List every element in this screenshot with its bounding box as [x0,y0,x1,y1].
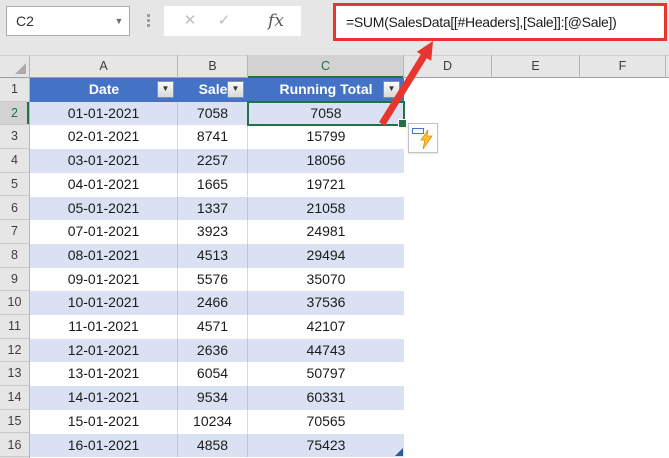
row-header-12[interactable]: 12 [0,339,29,363]
formula-bar-buttons: ✕ ✓ fx [164,6,301,36]
formula-bar-grip-icon [147,14,150,27]
cell-A7[interactable]: 07-01-2021 [30,220,178,244]
cell-C9[interactable]: 35070 [248,268,404,292]
table-resize-handle[interactable] [395,448,404,457]
table-header-label-sale: Sale [198,81,228,97]
filter-button-sale[interactable]: ▼ [227,81,244,98]
table-header-running-total[interactable]: Running Total ▼ [248,78,404,102]
selection-outline [247,101,407,128]
row-header-15[interactable]: 15 [0,410,29,434]
cell-C16[interactable]: 75423 [248,433,404,458]
table-header-sale[interactable]: Sale ▼ [178,78,248,102]
column-header-F[interactable]: F [580,55,666,78]
excel-window: C2 ▼ ✕ ✓ fx =SUM(SalesData[[#Headers],[S… [0,0,669,458]
flash-fill-options-button[interactable] [408,123,438,153]
row-header-8[interactable]: 8 [0,244,29,268]
lightning-bolt-icon [420,130,433,149]
row-header-10[interactable]: 10 [0,291,29,315]
cell-C3[interactable]: 15799 [248,125,404,149]
cell-B4[interactable]: 2257 [178,149,248,173]
column-header-C[interactable]: C [248,55,404,78]
row-header-4[interactable]: 4 [0,149,29,173]
cell-B13[interactable]: 6054 [178,362,248,387]
cell-C5[interactable]: 19721 [248,173,404,197]
row-header-5[interactable]: 5 [0,173,29,197]
row-header-6[interactable]: 6 [0,197,29,221]
select-all-button[interactable] [0,55,30,78]
cell-C13[interactable]: 50797 [248,362,404,386]
cell-C12[interactable]: 44743 [248,338,404,363]
fill-handle[interactable] [398,119,407,128]
cell-A10[interactable]: 10-01-2021 [30,291,178,315]
cell-B3[interactable]: 8741 [178,125,248,150]
cell-C10[interactable]: 37536 [248,291,404,315]
cell-C11[interactable]: 42107 [248,315,404,339]
cell-A11[interactable]: 11-01-2021 [30,315,178,339]
cell-C15[interactable]: 70565 [248,410,404,434]
column-header-D[interactable]: D [404,55,492,78]
cell-A8[interactable]: 08-01-2021 [30,243,178,268]
row-header-9[interactable]: 9 [0,268,29,292]
cell-C6[interactable]: 21058 [248,196,404,221]
cell-B11[interactable]: 4571 [178,315,248,339]
row-header-14[interactable]: 14 [0,386,29,410]
cell-B10[interactable]: 2466 [178,291,248,315]
cell-A13[interactable]: 13-01-2021 [30,362,178,387]
filter-button-running-total[interactable]: ▼ [383,81,400,98]
cell-B15[interactable]: 10234 [178,409,248,434]
row-header-3[interactable]: 3 [0,125,29,150]
cell-C14[interactable]: 60331 [248,386,404,410]
row-header-1[interactable]: 1 [0,78,29,102]
cell-A14[interactable]: 14-01-2021 [30,386,178,410]
cell-B8[interactable]: 4513 [178,243,248,268]
cell-A3[interactable]: 02-01-2021 [30,125,178,150]
cell-B16[interactable]: 4858 [178,433,248,458]
table-header-date[interactable]: Date ▼ [30,78,178,102]
cancel-icon[interactable]: ✕ [176,6,204,36]
cell-A5[interactable]: 04-01-2021 [30,172,178,197]
cell-B7[interactable]: 3923 [178,220,248,244]
cell-A15[interactable]: 15-01-2021 [30,409,178,434]
cell-C4[interactable]: 18056 [248,149,404,173]
cell-A4[interactable]: 03-01-2021 [30,149,178,173]
select-all-triangle-icon [15,63,26,74]
column-header-E[interactable]: E [492,55,580,78]
cell-C8[interactable]: 29494 [248,243,404,268]
insert-function-icon[interactable]: fx [262,6,290,36]
column-header-A[interactable]: A [30,55,178,78]
name-box-dropdown-icon[interactable]: ▼ [109,16,129,26]
cell-A16[interactable]: 16-01-2021 [30,433,178,458]
formula-bar: C2 ▼ ✕ ✓ fx =SUM(SalesData[[#Headers],[S… [0,0,669,55]
enter-icon[interactable]: ✓ [210,6,238,36]
cell-B9[interactable]: 5576 [178,267,248,292]
cell-B5[interactable]: 1665 [178,172,248,197]
cell-B14[interactable]: 9534 [178,386,248,410]
table-header-label-running-total: Running Total [279,81,373,97]
name-box-value: C2 [16,13,34,29]
row-header-13[interactable]: 13 [0,362,29,387]
cell-A2[interactable]: 01-01-2021 [30,101,178,126]
filter-button-date[interactable]: ▼ [157,81,174,98]
name-box[interactable]: C2 ▼ [6,6,130,36]
cell-C7[interactable]: 24981 [248,220,404,244]
cell-A9[interactable]: 09-01-2021 [30,267,178,292]
row-header-2[interactable]: 2 [0,101,29,126]
column-header-B[interactable]: B [178,55,248,78]
cell-B6[interactable]: 1337 [178,196,248,221]
cell-A12[interactable]: 12-01-2021 [30,338,178,363]
formula-input[interactable]: =SUM(SalesData[[#Headers],[Sale]]:[@Sale… [333,3,667,41]
row-header-11[interactable]: 11 [0,315,29,339]
cell-B2[interactable]: 7058 [178,101,248,126]
cell-B12[interactable]: 2636 [178,338,248,363]
cell-A6[interactable]: 05-01-2021 [30,196,178,221]
row-header-7[interactable]: 7 [0,220,29,244]
table-header-label-date: Date [88,81,120,97]
row-header-16[interactable]: 16 [0,434,29,458]
formula-text: =SUM(SalesData[[#Headers],[Sale]]:[@Sale… [346,14,617,30]
